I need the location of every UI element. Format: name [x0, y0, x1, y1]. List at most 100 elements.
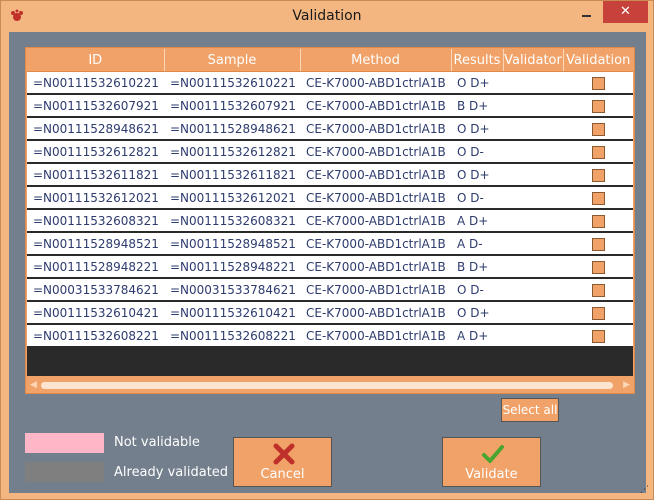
validation-checkbox[interactable] [591, 145, 605, 159]
table-row[interactable]: =N00111532612821 =N00111532612821 CE-K7000… [27, 140, 633, 164]
cell-method[interactable]: CE-K7000-ABD1ctrlA1B [300, 71, 451, 95]
cell-sample[interactable]: =N00111532612021 [164, 186, 300, 210]
table-row[interactable]: =N00111528948521 =N00111528948521 CE-K7000… [27, 232, 633, 256]
cell-id[interactable]: =N00111528948621 [27, 117, 164, 141]
cell-sample[interactable]: =N00111532610221 [164, 71, 300, 95]
cell-id[interactable]: =N00111532610221 [27, 71, 164, 95]
scroll-right-icon[interactable]: ▶ [623, 380, 630, 390]
cell-results[interactable]: O D+ [451, 117, 503, 141]
cell-id[interactable]: =N00111532608321 [27, 209, 164, 233]
cell-id[interactable]: =N00111532607921 [27, 94, 164, 118]
horizontal-scrollbar[interactable]: ◀ ▶ [27, 378, 633, 392]
validation-checkbox[interactable] [591, 283, 605, 297]
cell-method[interactable]: CE-K7000-ABD1ctrlA1B [300, 324, 451, 348]
scrollbar-thumb[interactable] [41, 382, 613, 389]
resize-grip-icon[interactable]: ⋰ [640, 486, 650, 496]
cell-id[interactable]: =N00111532612021 [27, 186, 164, 210]
cell-id[interactable]: =N00031533784621 [27, 278, 164, 302]
cell-method[interactable]: CE-K7000-ABD1ctrlA1B [300, 94, 451, 118]
cell-method[interactable]: CE-K7000-ABD1ctrlA1B [300, 255, 451, 279]
table-row[interactable]: =N00111532610221 =N00111532610221 CE-K7000… [27, 71, 633, 95]
cell-validator[interactable] [503, 186, 563, 210]
cell-method[interactable]: CE-K7000-ABD1ctrlA1B [300, 163, 451, 187]
cell-sample[interactable]: =N00111532611821 [164, 163, 300, 187]
table-row[interactable]: =N00111532608321 =N00111532608321 CE-K7000… [27, 209, 633, 233]
cell-validator[interactable] [503, 71, 563, 95]
cell-results[interactable]: O D- [451, 278, 503, 302]
validation-checkbox[interactable] [591, 306, 605, 320]
validation-checkbox[interactable] [591, 191, 605, 205]
cell-id[interactable]: =N00111528948221 [27, 255, 164, 279]
cell-validator[interactable] [503, 209, 563, 233]
validation-checkbox[interactable] [591, 122, 605, 136]
validation-checkbox[interactable] [591, 329, 605, 343]
cell-method[interactable]: CE-K7000-ABD1ctrlA1B [300, 209, 451, 233]
cell-results[interactable]: A D- [451, 232, 503, 256]
cell-method[interactable]: CE-K7000-ABD1ctrlA1B [300, 186, 451, 210]
cell-results[interactable]: A D+ [451, 209, 503, 233]
cell-validator[interactable] [503, 232, 563, 256]
validation-checkbox[interactable] [591, 99, 605, 113]
cell-id[interactable]: =N00111532612821 [27, 140, 164, 164]
validation-checkbox[interactable] [591, 76, 605, 90]
cell-results[interactable]: B D+ [451, 94, 503, 118]
cell-results[interactable]: O D+ [451, 71, 503, 95]
cell-validator[interactable] [503, 140, 563, 164]
table-row[interactable]: =N00111532612021 =N00111532612021 CE-K7000… [27, 186, 633, 210]
cell-method[interactable]: CE-K7000-ABD1ctrlA1B [300, 140, 451, 164]
cell-sample[interactable]: =N00111532612821 [164, 140, 300, 164]
cell-method[interactable]: CE-K7000-ABD1ctrlA1B [300, 117, 451, 141]
table-row[interactable]: =N00111532608221 =N00111532608221 CE-K7000… [27, 324, 633, 348]
title-bar[interactable]: Validation ✕ [1, 1, 653, 31]
cell-sample[interactable]: =N00111528948221 [164, 255, 300, 279]
select-all-button[interactable]: Select all [501, 398, 559, 422]
cell-validator[interactable] [503, 117, 563, 141]
cell-sample[interactable]: =N00111528948521 [164, 232, 300, 256]
cancel-button[interactable]: Cancel [233, 437, 332, 487]
minimize-button[interactable] [574, 6, 598, 22]
table-row[interactable]: =N00111532610421 =N00111532610421 CE-K7000… [27, 301, 633, 325]
cell-sample[interactable]: =N00111532610421 [164, 301, 300, 325]
cell-validator[interactable] [503, 301, 563, 325]
table-row[interactable]: =N00111528948221 =N00111528948221 CE-K7000… [27, 255, 633, 279]
cell-id[interactable]: =N00111532611821 [27, 163, 164, 187]
validation-checkbox[interactable] [591, 237, 605, 251]
validate-button[interactable]: Validate [442, 437, 541, 487]
column-header-id[interactable]: ID [27, 49, 165, 72]
cell-method[interactable]: CE-K7000-ABD1ctrlA1B [300, 278, 451, 302]
cell-validator[interactable] [503, 278, 563, 302]
column-header-sample[interactable]: Sample [164, 49, 301, 72]
cell-validator[interactable] [503, 163, 563, 187]
table-row[interactable]: =N00031533784621 =N00031533784621 CE-K7000… [27, 278, 633, 302]
table-row[interactable]: =N00111532607921 =N00111532607921 CE-K7000… [27, 94, 633, 118]
column-header-results[interactable]: Results [451, 49, 504, 72]
cell-sample[interactable]: =N00111532607921 [164, 94, 300, 118]
cell-validator[interactable] [503, 324, 563, 348]
cell-results[interactable]: A D+ [451, 324, 503, 348]
grid-body[interactable]: ID Sample Method Results Validator Valid… [27, 49, 633, 376]
cell-results[interactable]: O D+ [451, 163, 503, 187]
cell-id[interactable]: =N00111532608221 [27, 324, 164, 348]
cell-method[interactable]: CE-K7000-ABD1ctrlA1B [300, 301, 451, 325]
scroll-left-icon[interactable]: ◀ [30, 380, 37, 390]
cell-method[interactable]: CE-K7000-ABD1ctrlA1B [300, 232, 451, 256]
cell-validator[interactable] [503, 255, 563, 279]
cell-results[interactable]: O D+ [451, 301, 503, 325]
cell-sample[interactable]: =N00111532608221 [164, 324, 300, 348]
cell-results[interactable]: B D+ [451, 255, 503, 279]
cell-validator[interactable] [503, 94, 563, 118]
close-button[interactable]: ✕ [603, 1, 648, 23]
cell-sample[interactable]: =N00111528948621 [164, 117, 300, 141]
cell-sample[interactable]: =N00111532608321 [164, 209, 300, 233]
cell-id[interactable]: =N00111528948521 [27, 232, 164, 256]
column-header-validator[interactable]: Validator [503, 49, 564, 72]
validation-checkbox[interactable] [591, 168, 605, 182]
cell-id[interactable]: =N00111532610421 [27, 301, 164, 325]
table-row[interactable]: =N00111532611821 =N00111532611821 CE-K7000… [27, 163, 633, 187]
cell-results[interactable]: O D- [451, 140, 503, 164]
validation-checkbox[interactable] [591, 214, 605, 228]
column-header-validation[interactable]: Validation [563, 49, 633, 72]
column-header-method[interactable]: Method [300, 49, 452, 72]
table-row[interactable]: =N00111528948621 =N00111528948621 CE-K7000… [27, 117, 633, 141]
validation-checkbox[interactable] [591, 260, 605, 274]
